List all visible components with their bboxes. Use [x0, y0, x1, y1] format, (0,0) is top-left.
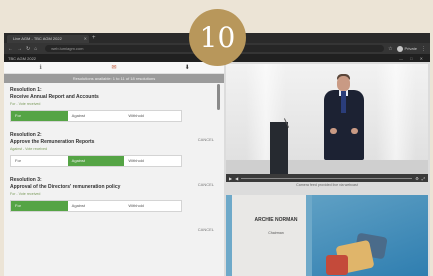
brand-subtitle: Chairman — [268, 231, 284, 235]
speaker-tie — [341, 91, 346, 113]
app-title: TBC AGM 2022 — [8, 55, 37, 61]
vote-withhold-button[interactable]: Withhold — [124, 201, 181, 211]
vote-status: Against - Vote received — [10, 147, 47, 151]
tab-title: Live AGM - TBC AGM 2022 — [13, 36, 62, 41]
video-caption: Camera feed provided live via webcast — [296, 183, 358, 187]
settings-icon[interactable]: ⚙ — [415, 176, 419, 181]
resolution-item: Resolution 3: Approval of the Directors'… — [4, 167, 224, 232]
profile-label: Private — [404, 46, 417, 51]
window-controls[interactable]: — □ ✕ — [399, 56, 426, 61]
resolution-title: Receive Annual Report and Accounts — [10, 94, 99, 100]
voting-panel: ℹ ✉ ⬇ Resolutions available: 1 to 11 of … — [4, 62, 224, 276]
resolution-title: Approval of the Directors' remuneration … — [10, 184, 121, 190]
resolution-number: Resolution 2: — [10, 132, 42, 138]
resolution-number: Resolution 3: — [10, 177, 42, 183]
vote-for-button[interactable]: For — [11, 111, 68, 121]
vote-options: For Against Withhold — [10, 155, 182, 167]
info-icon[interactable]: ℹ — [31, 64, 51, 71]
resolution-item: Resolution 2: Approve the Remuneration R… — [4, 122, 224, 187]
new-tab-button[interactable]: + — [92, 34, 96, 42]
lectern — [270, 122, 288, 174]
panel-toolbar: ℹ ✉ ⬇ — [4, 62, 224, 74]
vote-for-button[interactable]: For — [11, 156, 68, 166]
vote-withhold-button[interactable]: Withhold — [124, 156, 181, 166]
browser-tab[interactable]: Live AGM - TBC AGM 2022 ✕ — [7, 35, 89, 43]
speaker-hand — [351, 128, 358, 134]
resolution-number: Resolution 1: — [10, 87, 42, 93]
resolution-item: Resolution 1: Receive Annual Report and … — [4, 83, 224, 142]
cancel-vote-button[interactable]: CANCEL — [198, 227, 214, 232]
vote-status: For - Vote received — [10, 192, 41, 196]
stage-floor — [226, 160, 428, 174]
brand-name: ARCHIE NORMAN — [254, 217, 298, 223]
forward-icon[interactable]: → — [17, 46, 22, 52]
resolutions-header: Resolutions available: 1 to 11 of 18 res… — [4, 74, 224, 83]
back-icon[interactable]: ← — [8, 46, 13, 52]
play-icon[interactable]: ▶ — [229, 176, 232, 181]
vote-against-button[interactable]: Against — [68, 201, 125, 211]
vote-for-button[interactable]: For — [11, 201, 68, 211]
product-image — [326, 255, 348, 275]
close-tab-icon[interactable]: ✕ — [84, 35, 87, 43]
stage-light — [376, 64, 416, 174]
vote-options: For Against Withhold — [10, 200, 182, 212]
vote-status: For - Vote received — [10, 102, 41, 106]
browser-window: Live AGM - TBC AGM 2022 ✕ + ← → ↻ ⌂ web.… — [4, 33, 430, 276]
resolution-title: Approve the Remuneration Reports — [10, 139, 95, 145]
messages-icon[interactable]: ✉ — [104, 64, 124, 71]
home-icon[interactable]: ⌂ — [34, 46, 37, 52]
star-icon[interactable]: ☆ — [388, 46, 392, 52]
vote-withhold-button[interactable]: Withhold — [124, 111, 181, 121]
step-number: 10 — [199, 21, 236, 54]
profile-button[interactable]: Private — [396, 45, 417, 52]
speaker-head — [337, 76, 350, 91]
menu-icon[interactable]: ⋮ — [421, 46, 426, 52]
speaker-hand — [330, 128, 337, 134]
video-controls: ▶ ◀ ⚙ ⤢ — [226, 174, 428, 182]
vote-against-button[interactable]: Against — [67, 156, 125, 166]
video-progress[interactable] — [241, 177, 413, 179]
webcast-video[interactable] — [226, 64, 428, 174]
brand-card: ARCHIE NORMAN Chairman — [232, 195, 306, 276]
step-number-badge: 10 — [189, 9, 246, 66]
app-content: ℹ ✉ ⬇ Resolutions available: 1 to 11 of … — [4, 62, 430, 276]
download-icon[interactable]: ⬇ — [177, 64, 197, 71]
volume-icon[interactable]: ◀ — [235, 176, 238, 181]
avatar — [396, 45, 403, 52]
brand-banner: ARCHIE NORMAN Chairman — [226, 195, 428, 276]
fullscreen-icon[interactable]: ⤢ — [422, 176, 425, 181]
reload-icon[interactable]: ↻ — [26, 46, 30, 52]
vote-options: For Against Withhold — [10, 110, 182, 122]
video-panel: ▶ ◀ ⚙ ⤢ Camera feed provided live via we… — [224, 62, 430, 276]
vote-against-button[interactable]: Against — [68, 111, 125, 121]
